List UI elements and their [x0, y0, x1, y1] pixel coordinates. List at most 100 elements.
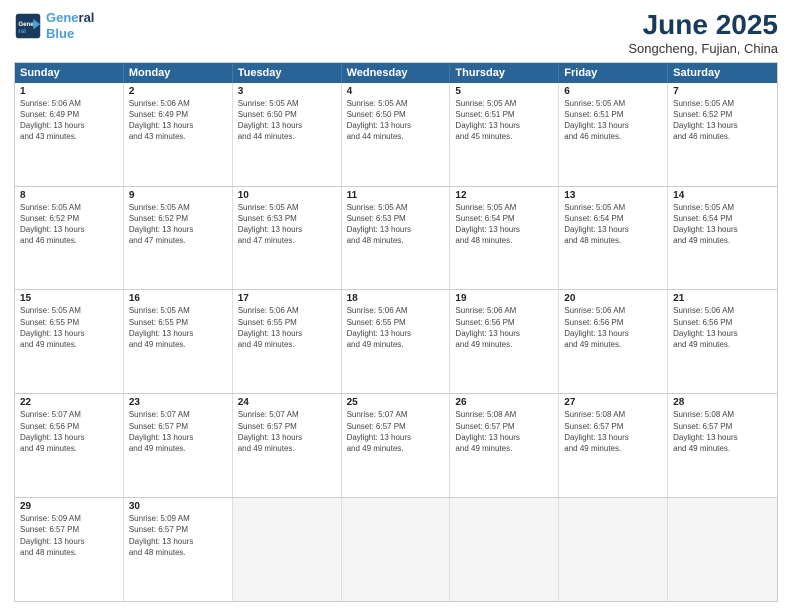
empty-cell	[668, 498, 777, 601]
day-cell-7: 7Sunrise: 5:05 AM Sunset: 6:52 PM Daylig…	[668, 83, 777, 186]
day-info: Sunrise: 5:05 AM Sunset: 6:55 PM Dayligh…	[129, 305, 227, 350]
logo-text: GeneralBlue	[46, 10, 94, 41]
day-info: Sunrise: 5:05 AM Sunset: 6:55 PM Dayligh…	[20, 305, 118, 350]
day-number: 12	[455, 190, 553, 201]
day-number: 9	[129, 190, 227, 201]
day-header-thursday: Thursday	[450, 63, 559, 83]
day-number: 16	[129, 293, 227, 304]
logo: Gene ral GeneralBlue	[14, 10, 94, 41]
day-info: Sunrise: 5:06 AM Sunset: 6:49 PM Dayligh…	[129, 98, 227, 143]
day-info: Sunrise: 5:05 AM Sunset: 6:53 PM Dayligh…	[238, 202, 336, 247]
day-info: Sunrise: 5:08 AM Sunset: 6:57 PM Dayligh…	[564, 409, 662, 454]
day-info: Sunrise: 5:07 AM Sunset: 6:57 PM Dayligh…	[238, 409, 336, 454]
day-info: Sunrise: 5:09 AM Sunset: 6:57 PM Dayligh…	[129, 513, 227, 558]
day-cell-25: 25Sunrise: 5:07 AM Sunset: 6:57 PM Dayli…	[342, 394, 451, 497]
day-number: 28	[673, 397, 772, 408]
day-number: 14	[673, 190, 772, 201]
day-number: 27	[564, 397, 662, 408]
calendar-body: 1Sunrise: 5:06 AM Sunset: 6:49 PM Daylig…	[15, 83, 777, 601]
day-info: Sunrise: 5:05 AM Sunset: 6:52 PM Dayligh…	[673, 98, 772, 143]
day-info: Sunrise: 5:07 AM Sunset: 6:57 PM Dayligh…	[129, 409, 227, 454]
day-number: 25	[347, 397, 445, 408]
day-number: 5	[455, 86, 553, 97]
day-number: 18	[347, 293, 445, 304]
day-number: 6	[564, 86, 662, 97]
day-number: 30	[129, 501, 227, 512]
day-number: 15	[20, 293, 118, 304]
day-number: 19	[455, 293, 553, 304]
day-header-tuesday: Tuesday	[233, 63, 342, 83]
calendar-header: SundayMondayTuesdayWednesdayThursdayFrid…	[15, 63, 777, 83]
day-cell-17: 17Sunrise: 5:06 AM Sunset: 6:55 PM Dayli…	[233, 290, 342, 393]
day-cell-16: 16Sunrise: 5:05 AM Sunset: 6:55 PM Dayli…	[124, 290, 233, 393]
day-number: 10	[238, 190, 336, 201]
svg-text:Gene: Gene	[18, 21, 34, 28]
empty-cell	[233, 498, 342, 601]
day-info: Sunrise: 5:05 AM Sunset: 6:50 PM Dayligh…	[238, 98, 336, 143]
day-cell-4: 4Sunrise: 5:05 AM Sunset: 6:50 PM Daylig…	[342, 83, 451, 186]
calendar-week-4: 22Sunrise: 5:07 AM Sunset: 6:56 PM Dayli…	[15, 393, 777, 497]
day-info: Sunrise: 5:05 AM Sunset: 6:50 PM Dayligh…	[347, 98, 445, 143]
page-header: Gene ral GeneralBlue June 2025 Songcheng…	[14, 10, 778, 56]
day-cell-24: 24Sunrise: 5:07 AM Sunset: 6:57 PM Dayli…	[233, 394, 342, 497]
day-number: 26	[455, 397, 553, 408]
day-info: Sunrise: 5:05 AM Sunset: 6:51 PM Dayligh…	[455, 98, 553, 143]
day-cell-3: 3Sunrise: 5:05 AM Sunset: 6:50 PM Daylig…	[233, 83, 342, 186]
day-number: 29	[20, 501, 118, 512]
day-number: 17	[238, 293, 336, 304]
day-info: Sunrise: 5:07 AM Sunset: 6:56 PM Dayligh…	[20, 409, 118, 454]
day-info: Sunrise: 5:06 AM Sunset: 6:55 PM Dayligh…	[238, 305, 336, 350]
day-number: 24	[238, 397, 336, 408]
day-number: 3	[238, 86, 336, 97]
month-title: June 2025	[628, 10, 778, 41]
day-header-wednesday: Wednesday	[342, 63, 451, 83]
day-cell-6: 6Sunrise: 5:05 AM Sunset: 6:51 PM Daylig…	[559, 83, 668, 186]
day-info: Sunrise: 5:05 AM Sunset: 6:51 PM Dayligh…	[564, 98, 662, 143]
day-cell-8: 8Sunrise: 5:05 AM Sunset: 6:52 PM Daylig…	[15, 187, 124, 290]
calendar-week-1: 1Sunrise: 5:06 AM Sunset: 6:49 PM Daylig…	[15, 83, 777, 186]
day-cell-23: 23Sunrise: 5:07 AM Sunset: 6:57 PM Dayli…	[124, 394, 233, 497]
day-cell-15: 15Sunrise: 5:05 AM Sunset: 6:55 PM Dayli…	[15, 290, 124, 393]
calendar-week-2: 8Sunrise: 5:05 AM Sunset: 6:52 PM Daylig…	[15, 186, 777, 290]
day-cell-18: 18Sunrise: 5:06 AM Sunset: 6:55 PM Dayli…	[342, 290, 451, 393]
day-number: 8	[20, 190, 118, 201]
day-cell-21: 21Sunrise: 5:06 AM Sunset: 6:56 PM Dayli…	[668, 290, 777, 393]
day-info: Sunrise: 5:06 AM Sunset: 6:56 PM Dayligh…	[673, 305, 772, 350]
day-number: 4	[347, 86, 445, 97]
calendar-week-5: 29 Sunrise: 5:09 AM Sunset: 6:57 PM Dayli…	[15, 497, 777, 601]
day-header-saturday: Saturday	[668, 63, 777, 83]
day-cell-5: 5Sunrise: 5:05 AM Sunset: 6:51 PM Daylig…	[450, 83, 559, 186]
day-cell-1: 1Sunrise: 5:06 AM Sunset: 6:49 PM Daylig…	[15, 83, 124, 186]
calendar: SundayMondayTuesdayWednesdayThursdayFrid…	[14, 62, 778, 602]
day-cell-20: 20Sunrise: 5:06 AM Sunset: 6:56 PM Dayli…	[559, 290, 668, 393]
day-cell-10: 10Sunrise: 5:05 AM Sunset: 6:53 PM Dayli…	[233, 187, 342, 290]
day-cell-22: 22Sunrise: 5:07 AM Sunset: 6:56 PM Dayli…	[15, 394, 124, 497]
day-cell-14: 14Sunrise: 5:05 AM Sunset: 6:54 PM Dayli…	[668, 187, 777, 290]
svg-text:ral: ral	[18, 28, 26, 35]
day-info: Sunrise: 5:08 AM Sunset: 6:57 PM Dayligh…	[673, 409, 772, 454]
day-cell-27: 27Sunrise: 5:08 AM Sunset: 6:57 PM Dayli…	[559, 394, 668, 497]
day-info: Sunrise: 5:07 AM Sunset: 6:57 PM Dayligh…	[347, 409, 445, 454]
day-number: 23	[129, 397, 227, 408]
day-cell-30: 30Sunrise: 5:09 AM Sunset: 6:57 PM Dayli…	[124, 498, 233, 601]
day-header-friday: Friday	[559, 63, 668, 83]
day-number: 1	[20, 86, 118, 97]
day-info: Sunrise: 5:06 AM Sunset: 6:55 PM Dayligh…	[347, 305, 445, 350]
day-header-sunday: Sunday	[15, 63, 124, 83]
day-cell-29: 29Sunrise: 5:09 AM Sunset: 6:57 PM Dayli…	[15, 498, 124, 601]
day-cell-12: 12Sunrise: 5:05 AM Sunset: 6:54 PM Dayli…	[450, 187, 559, 290]
day-cell-26: 26Sunrise: 5:08 AM Sunset: 6:57 PM Dayli…	[450, 394, 559, 497]
title-block: June 2025 Songcheng, Fujian, China	[628, 10, 778, 56]
day-info: Sunrise: 5:06 AM Sunset: 6:56 PM Dayligh…	[564, 305, 662, 350]
day-info: Sunrise: 5:05 AM Sunset: 6:54 PM Dayligh…	[673, 202, 772, 247]
day-cell-13: 13Sunrise: 5:05 AM Sunset: 6:54 PM Dayli…	[559, 187, 668, 290]
day-number: 7	[673, 86, 772, 97]
day-cell-19: 19Sunrise: 5:06 AM Sunset: 6:56 PM Dayli…	[450, 290, 559, 393]
day-cell-9: 9Sunrise: 5:05 AM Sunset: 6:52 PM Daylig…	[124, 187, 233, 290]
day-number: 2	[129, 86, 227, 97]
day-info: Sunrise: 5:06 AM Sunset: 6:49 PM Dayligh…	[20, 98, 118, 143]
empty-cell	[342, 498, 451, 601]
calendar-week-3: 15Sunrise: 5:05 AM Sunset: 6:55 PM Dayli…	[15, 289, 777, 393]
day-number: 13	[564, 190, 662, 201]
day-number: 11	[347, 190, 445, 201]
